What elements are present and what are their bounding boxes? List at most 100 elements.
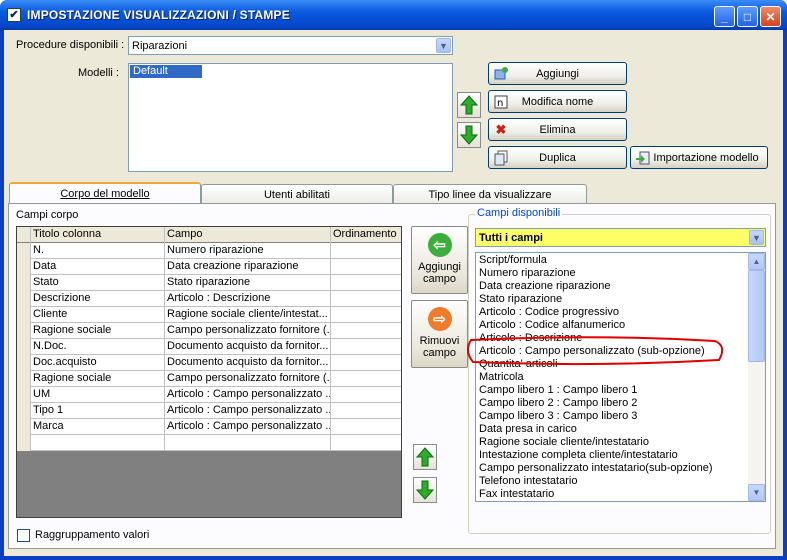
cell-titolo[interactable]: Marca	[31, 419, 165, 435]
cell-ordinamento[interactable]	[331, 435, 401, 451]
cell-ordinamento[interactable]	[331, 419, 401, 435]
table-row[interactable]: N.Doc. Documento acquisto da fornitor...	[17, 339, 401, 355]
row-selector[interactable]	[17, 419, 31, 435]
aggiungi-campo-button[interactable]: ⇦ Aggiungi campo	[411, 226, 468, 294]
list-item[interactable]: Numero riparazione	[476, 267, 765, 280]
tab-corpo-del-modello[interactable]: Corpo del modello	[9, 182, 201, 204]
cell-titolo[interactable]: Doc.acquisto	[31, 355, 165, 371]
cell-ordinamento[interactable]	[331, 275, 401, 291]
cell-titolo[interactable]	[31, 435, 165, 451]
chevron-down-icon[interactable]: ▼	[749, 230, 764, 245]
cell-titolo[interactable]: N.Doc.	[31, 339, 165, 355]
tab-tipo-linee[interactable]: Tipo linee da visualizzare	[393, 184, 587, 204]
grid-header-titolo[interactable]: Titolo colonna	[31, 227, 165, 243]
duplica-button[interactable]: Duplica	[488, 146, 627, 169]
list-item[interactable]: Data creazione riparazione	[476, 280, 765, 293]
table-row[interactable]: Descrizione Articolo : Descrizione	[17, 291, 401, 307]
cell-campo[interactable]: Ragione sociale cliente/intestat...	[165, 307, 331, 323]
move-field-down-button[interactable]	[413, 477, 437, 503]
title-bar[interactable]: ✔ IMPOSTAZIONE VISUALIZZAZIONI / STAMPE …	[0, 0, 787, 30]
cell-titolo[interactable]: Descrizione	[31, 291, 165, 307]
row-selector[interactable]	[17, 275, 31, 291]
cell-campo[interactable]: Documento acquisto da fornitor...	[165, 355, 331, 371]
cell-ordinamento[interactable]	[331, 259, 401, 275]
cell-titolo[interactable]: Stato	[31, 275, 165, 291]
rimuovi-campo-button[interactable]: ⇨ Rimuovi campo	[411, 300, 468, 368]
cell-titolo[interactable]: Ragione sociale	[31, 323, 165, 339]
table-row[interactable]	[17, 435, 401, 451]
cell-titolo[interactable]: Ragione sociale	[31, 371, 165, 387]
list-item[interactable]: Telefono intestatario	[476, 475, 765, 488]
move-field-up-button[interactable]	[413, 444, 437, 470]
row-selector[interactable]	[17, 387, 31, 403]
cell-titolo[interactable]: Data	[31, 259, 165, 275]
cell-campo[interactable]: Campo personalizzato fornitore (...	[165, 323, 331, 339]
grid-header-ordinamento[interactable]: Ordinamento	[331, 227, 401, 243]
cell-titolo[interactable]: N.	[31, 243, 165, 259]
list-item[interactable]: Articolo : Codice alfanumerico	[476, 319, 765, 332]
cell-campo[interactable]: Numero riparazione	[165, 243, 331, 259]
table-row[interactable]: Cliente Ragione sociale cliente/intestat.…	[17, 307, 401, 323]
cell-campo[interactable]	[165, 435, 331, 451]
cell-campo[interactable]: Articolo : Descrizione	[165, 291, 331, 307]
campi-corpo-grid[interactable]: Titolo colonna Campo Ordinamento N. Numer…	[16, 226, 402, 518]
campi-filter-select[interactable]: Tutti i campi ▼	[475, 228, 766, 247]
row-selector[interactable]	[17, 291, 31, 307]
cell-campo[interactable]: Articolo : Campo personalizzato ...	[165, 387, 331, 403]
list-item[interactable]: Intestazione completa cliente/intestatar…	[476, 449, 765, 462]
row-selector[interactable]	[17, 435, 31, 451]
row-selector[interactable]	[17, 403, 31, 419]
list-item[interactable]: Matricola	[476, 371, 765, 384]
cell-campo[interactable]: Data creazione riparazione	[165, 259, 331, 275]
list-item[interactable]: Fax intestatario	[476, 488, 765, 501]
procedure-select[interactable]: Riparazioni ▼	[128, 36, 453, 55]
list-item[interactable]: Script/formula	[476, 254, 765, 267]
close-button[interactable]: ✕	[760, 6, 781, 27]
list-item[interactable]: Campo libero 1 : Campo libero 1	[476, 384, 765, 397]
cell-campo[interactable]: Articolo : Campo personalizzato ...	[165, 403, 331, 419]
cell-campo[interactable]: Documento acquisto da fornitor...	[165, 339, 331, 355]
list-item[interactable]: Campo libero 3 : Campo libero 3	[476, 410, 765, 423]
table-row[interactable]: Data Data creazione riparazione	[17, 259, 401, 275]
list-item[interactable]: Data presa in carico	[476, 423, 765, 436]
move-model-down-button[interactable]	[457, 122, 481, 148]
scroll-up-icon[interactable]: ▲	[748, 253, 765, 270]
table-row[interactable]: Tipo 1 Articolo : Campo personalizzato ..…	[17, 403, 401, 419]
cell-ordinamento[interactable]	[331, 291, 401, 307]
cell-ordinamento[interactable]	[331, 339, 401, 355]
modelli-item-default[interactable]: Default	[130, 65, 202, 78]
table-row[interactable]: Ragione sociale Campo personalizzato forn…	[17, 371, 401, 387]
aggiungi-button[interactable]: Aggiungi	[488, 62, 627, 85]
maximize-button[interactable]: □	[737, 6, 758, 27]
modelli-list[interactable]: Default	[128, 63, 453, 172]
scroll-down-icon[interactable]: ▼	[748, 484, 765, 501]
raggruppamento-checkbox[interactable]	[17, 529, 30, 542]
table-row[interactable]: Doc.acquisto Documento acquisto da fornit…	[17, 355, 401, 371]
modifica-nome-button[interactable]: n Modifica nome	[488, 90, 627, 113]
elimina-button[interactable]: ✖ Elimina	[488, 118, 627, 141]
campi-disponibili-list[interactable]: Script/formula Numero riparazione Data cre…	[475, 252, 766, 502]
row-selector[interactable]	[17, 355, 31, 371]
campi-list-scrollbar[interactable]: ▲ ▼	[748, 253, 765, 501]
list-item[interactable]: Campo libero 2 : Campo libero 2	[476, 397, 765, 410]
row-selector[interactable]	[17, 371, 31, 387]
tab-utenti-abilitati[interactable]: Utenti abilitati	[201, 184, 393, 204]
cell-ordinamento[interactable]	[331, 307, 401, 323]
row-selector[interactable]	[17, 323, 31, 339]
table-row[interactable]: N. Numero riparazione	[17, 243, 401, 259]
cell-ordinamento[interactable]	[331, 371, 401, 387]
table-row[interactable]: Stato Stato riparazione	[17, 275, 401, 291]
list-item[interactable]: Stato riparazione	[476, 293, 765, 306]
cell-ordinamento[interactable]	[331, 403, 401, 419]
grid-header-campo[interactable]: Campo	[165, 227, 331, 243]
cell-titolo[interactable]: Tipo 1	[31, 403, 165, 419]
minimize-button[interactable]: _	[714, 6, 735, 27]
cell-ordinamento[interactable]	[331, 243, 401, 259]
importazione-modello-button[interactable]: Importazione modello	[630, 146, 768, 169]
row-selector[interactable]	[17, 307, 31, 323]
cell-ordinamento[interactable]	[331, 323, 401, 339]
row-selector[interactable]	[17, 259, 31, 275]
cell-titolo[interactable]: Cliente	[31, 307, 165, 323]
table-row[interactable]: UM Articolo : Campo personalizzato ...	[17, 387, 401, 403]
cell-ordinamento[interactable]	[331, 387, 401, 403]
